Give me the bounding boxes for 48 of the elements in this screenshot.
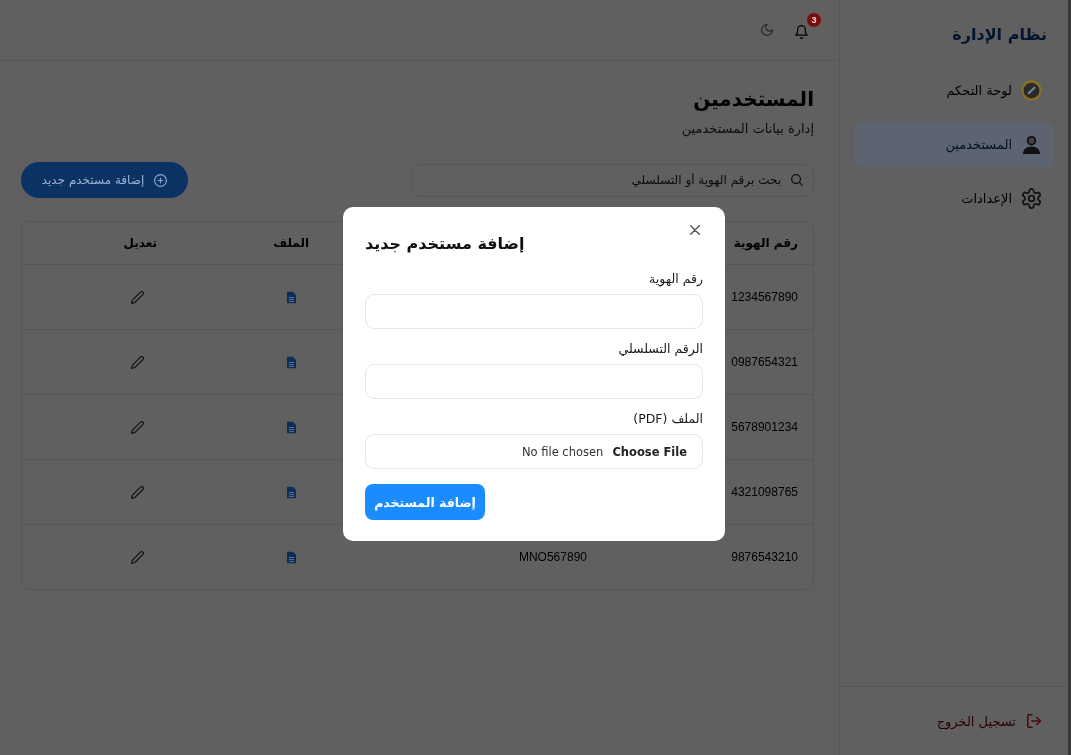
submit-button[interactable]: إضافة المستخدم xyxy=(365,484,485,520)
column-header: الملف xyxy=(273,236,309,250)
dialog-title: إضافة مستخدم جديد xyxy=(365,233,525,255)
add-user-button[interactable]: إضافة مستخدم جديد xyxy=(21,162,188,198)
close-button[interactable] xyxy=(687,222,703,238)
document-icon[interactable] xyxy=(286,290,297,304)
input-field[interactable] xyxy=(365,364,703,399)
file-status-text: No file chosen xyxy=(521,444,604,459)
pencil-icon[interactable] xyxy=(131,355,144,369)
theme-toggle-button[interactable] xyxy=(761,24,773,36)
logout-link[interactable]: تسجيل الخروج xyxy=(936,713,1041,729)
column-header: رقم الهوية xyxy=(733,236,798,250)
id-number: 5678901234 xyxy=(731,420,798,434)
pencil-icon[interactable] xyxy=(131,550,144,564)
id-number: 0987654321 xyxy=(731,355,798,369)
pencil-icon[interactable] xyxy=(131,485,144,499)
page-title: المستخدمين xyxy=(692,86,814,113)
document-icon[interactable] xyxy=(286,355,297,369)
moon-icon xyxy=(761,24,773,36)
app-title: نظام الإدارة xyxy=(952,24,1047,44)
bell-icon xyxy=(795,25,808,39)
gear-icon xyxy=(1021,188,1042,209)
plus-circle-icon xyxy=(154,173,168,187)
close-icon xyxy=(690,225,700,235)
sidebar-item[interactable]: الإعدادات xyxy=(854,176,1054,221)
notifications-button[interactable]: 3 xyxy=(793,13,821,41)
search-icon xyxy=(791,173,803,186)
table-value: MNO567890 xyxy=(518,550,587,564)
document-icon[interactable] xyxy=(286,550,297,564)
page-subtitle: إدارة بيانات المستخدمين xyxy=(680,120,814,139)
id-number: 1234567890 xyxy=(731,290,798,304)
document-icon[interactable] xyxy=(286,485,297,499)
pencil-icon[interactable] xyxy=(131,290,144,304)
pencil-icon[interactable] xyxy=(131,420,144,434)
notification-badge: 3 xyxy=(807,13,821,27)
document-icon[interactable] xyxy=(286,420,297,434)
field-label: رقم الهوية xyxy=(648,270,703,289)
user-icon xyxy=(1021,134,1042,155)
id-number: 4321098765 xyxy=(731,485,798,499)
input-field[interactable] xyxy=(365,294,703,329)
compass-icon xyxy=(1021,80,1042,101)
sidebar-item[interactable]: لوحة التحكم xyxy=(854,68,1054,113)
sidebar-item[interactable]: المستخدمين xyxy=(854,122,1054,167)
field-label: الرقم التسلسلي xyxy=(617,340,703,359)
id-number: 9876543210 xyxy=(731,550,798,564)
column-header: تعديل xyxy=(123,236,157,250)
logout-icon xyxy=(1027,714,1041,728)
field-label: الملف (PDF) xyxy=(632,410,703,428)
